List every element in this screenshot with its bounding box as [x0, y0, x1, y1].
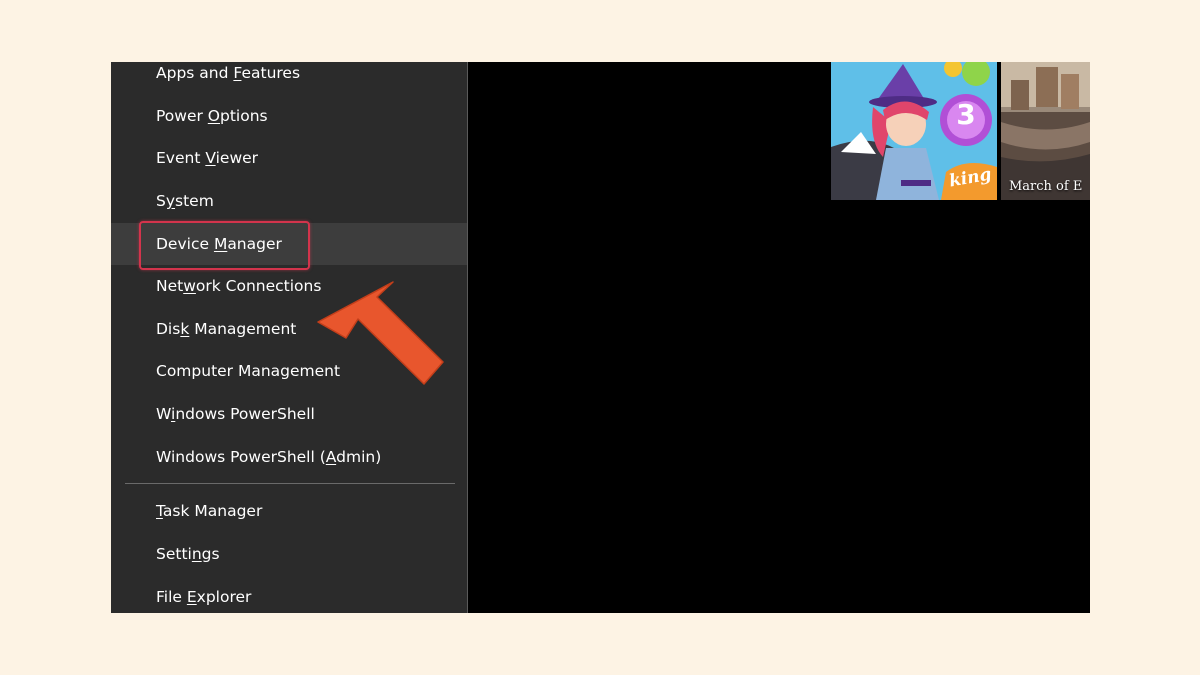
menu-item-system[interactable]: System: [111, 180, 467, 222]
menu-item-windows-powershell-admin[interactable]: Windows PowerShell (Admin): [111, 436, 467, 478]
quick-link-menu: Apps and Features Power Options Event Vi…: [111, 62, 468, 613]
level-badge: 3: [956, 98, 976, 131]
menu-item-power-options[interactable]: Power Options: [111, 95, 467, 137]
menu-item-file-explorer[interactable]: File Explorer: [111, 576, 467, 613]
menu-item-windows-powershell[interactable]: Windows PowerShell: [111, 393, 467, 435]
menu-divider: [125, 483, 455, 484]
screenshot-frame: Apps and Features Power Options Event Vi…: [111, 62, 1090, 613]
menu-item-settings[interactable]: Settings: [111, 533, 467, 575]
menu-item-event-viewer[interactable]: Event Viewer: [111, 137, 467, 179]
device-manager-highlight: [139, 221, 310, 270]
menu-item-task-manager[interactable]: Task Manager: [111, 490, 467, 532]
menu-item-apps-and-features[interactable]: Apps and Features: [111, 62, 467, 94]
march-of-empires-game-tile[interactable]: March of E: [1001, 62, 1090, 200]
pointer-arrow-icon: [317, 281, 444, 385]
bubble-witch-game-tile[interactable]: 3 king: [831, 62, 997, 200]
march-of-empires-caption: March of E: [1009, 179, 1083, 194]
